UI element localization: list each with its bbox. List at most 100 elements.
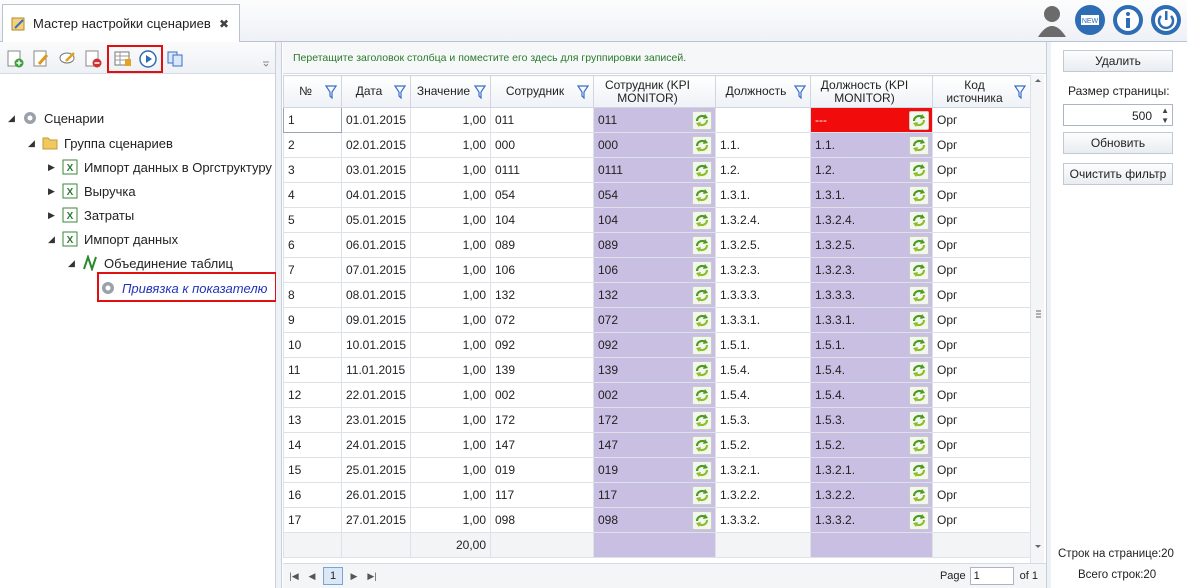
cell-position[interactable]: 1.3.2.1. — [715, 457, 811, 483]
refresh-mapping-icon[interactable] — [692, 261, 712, 280]
cell-employee[interactable]: 106 — [490, 257, 594, 283]
cell-employee[interactable]: 019 — [490, 457, 594, 483]
spin-up-icon[interactable]: ▲ — [1161, 106, 1169, 115]
cell-number[interactable]: 2 — [283, 132, 342, 158]
cell-employee[interactable]: 002 — [490, 382, 594, 408]
tree-node-revenue[interactable]: ▶ X Выручка — [48, 181, 136, 201]
refresh-mapping-icon[interactable] — [909, 111, 929, 130]
cell-position[interactable] — [715, 107, 811, 133]
cell-value[interactable]: 1,00 — [410, 457, 491, 483]
refresh-mapping-icon[interactable] — [909, 286, 929, 305]
refresh-mapping-icon[interactable] — [909, 186, 929, 205]
cell-source-code[interactable]: Орг — [932, 357, 1031, 383]
cell-date[interactable]: 10.01.2015 — [341, 332, 411, 358]
cell-employee-kpi[interactable]: 072 — [593, 307, 716, 333]
cell-position[interactable]: 1.5.4. — [715, 357, 811, 383]
cell-number[interactable]: 13 — [283, 407, 342, 433]
col-header-employee[interactable]: Сотрудник — [490, 75, 594, 108]
cell-value[interactable]: 1,00 — [410, 482, 491, 508]
cell-position[interactable]: 1.3.2.2. — [715, 482, 811, 508]
cell-date[interactable]: 22.01.2015 — [341, 382, 411, 408]
copy-icon[interactable] — [166, 50, 184, 68]
cell-position[interactable]: 1.3.2.5. — [715, 232, 811, 258]
cell-employee-kpi[interactable]: 019 — [593, 457, 716, 483]
refresh-mapping-icon[interactable] — [909, 461, 929, 480]
refresh-mapping-icon[interactable] — [692, 386, 712, 405]
page-size-spinner[interactable]: 500 ▲ ▼ — [1063, 104, 1173, 126]
cell-position-kpi[interactable]: 1.1. — [810, 132, 933, 158]
cell-employee-kpi[interactable]: 000 — [593, 132, 716, 158]
cell-number[interactable]: 8 — [283, 282, 342, 308]
table-row[interactable]: 5 05.01.2015 1,00 104 104 1.3.2.4. 1.3.2.4. Орг — [283, 207, 1031, 233]
info-icon[interactable] — [1111, 3, 1145, 37]
table-row[interactable]: 10 10.01.2015 1,00 092 092 1.5.1. 1.5.1. Орг — [283, 332, 1031, 358]
cell-date[interactable]: 02.01.2015 — [341, 132, 411, 158]
cell-position-kpi[interactable]: 1.3.3.3. — [810, 282, 933, 308]
filter-icon[interactable] — [324, 85, 338, 100]
cell-employee-kpi[interactable]: 002 — [593, 382, 716, 408]
col-header-number[interactable]: № — [283, 75, 342, 108]
refresh-mapping-icon[interactable] — [692, 186, 712, 205]
cell-position-kpi[interactable]: 1.3.2.2. — [810, 482, 933, 508]
collapse-icon[interactable]: ◢ — [68, 259, 76, 268]
table-row[interactable]: 1 01.01.2015 1,00 011 011 --- Орг — [283, 107, 1031, 133]
cell-position[interactable]: 1.5.2. — [715, 432, 811, 458]
cell-position[interactable]: 1.3.1. — [715, 182, 811, 208]
add-icon[interactable] — [6, 50, 24, 68]
cell-source-code[interactable]: Орг — [932, 282, 1031, 308]
table-row[interactable]: 2 02.01.2015 1,00 000 000 1.1. 1.1. Орг — [283, 132, 1031, 158]
cell-position[interactable]: 1.3.3.2. — [715, 507, 811, 533]
table-row[interactable]: 16 26.01.2015 1,00 117 117 1.3.2.2. 1.3.2.2. Ор… — [283, 482, 1031, 508]
cell-employee[interactable]: 000 — [490, 132, 594, 158]
col-header-source-code[interactable]: Код источника — [932, 75, 1031, 108]
tree-node-scenario-group[interactable]: ◢ Группа сценариев — [28, 133, 173, 153]
cell-value[interactable]: 1,00 — [410, 332, 491, 358]
refresh-mapping-icon[interactable] — [909, 211, 929, 230]
cell-employee-kpi[interactable]: 092 — [593, 332, 716, 358]
cell-source-code[interactable]: Орг — [932, 182, 1031, 208]
delete-button[interactable]: Удалить — [1063, 50, 1173, 72]
col-header-position[interactable]: Должность — [715, 75, 811, 108]
cell-value[interactable]: 1,00 — [410, 157, 491, 183]
cell-source-code[interactable]: Орг — [932, 157, 1031, 183]
cell-employee[interactable]: 011 — [490, 107, 594, 133]
cell-source-code[interactable]: Орг — [932, 132, 1031, 158]
cell-employee[interactable]: 092 — [490, 332, 594, 358]
collapse-icon[interactable]: ◢ — [8, 114, 16, 123]
cell-value[interactable]: 1,00 — [410, 507, 491, 533]
cell-employee[interactable]: 0111 — [490, 157, 594, 183]
grid-vertical-scrollbar[interactable] — [1030, 75, 1044, 565]
refresh-mapping-icon[interactable] — [692, 411, 712, 430]
cell-employee[interactable]: 072 — [490, 307, 594, 333]
left-splitter[interactable] — [276, 42, 282, 588]
cell-source-code[interactable]: Орг — [932, 457, 1031, 483]
refresh-mapping-icon[interactable] — [692, 111, 712, 130]
refresh-mapping-icon[interactable] — [909, 511, 929, 530]
refresh-mapping-icon[interactable] — [909, 361, 929, 380]
col-header-date[interactable]: Дата — [341, 75, 411, 108]
cell-employee-kpi[interactable]: 139 — [593, 357, 716, 383]
refresh-mapping-icon[interactable] — [692, 286, 712, 305]
col-header-position-kpi[interactable]: Должность (KPI MONITOR) — [810, 75, 933, 108]
cell-number[interactable]: 7 — [283, 257, 342, 283]
cell-source-code[interactable]: Орг — [932, 307, 1031, 333]
table-row[interactable]: 14 24.01.2015 1,00 147 147 1.5.2. 1.5.2. Орг — [283, 432, 1031, 458]
cell-position[interactable]: 1.3.2.4. — [715, 207, 811, 233]
cell-number[interactable]: 5 — [283, 207, 342, 233]
cell-date[interactable]: 24.01.2015 — [341, 432, 411, 458]
cell-position-kpi[interactable]: 1.3.2.1. — [810, 457, 933, 483]
delete-icon[interactable] — [84, 50, 102, 68]
cell-value[interactable]: 1,00 — [410, 107, 491, 133]
cell-source-code[interactable]: Орг — [932, 107, 1031, 133]
cell-position-kpi[interactable]: 1.3.2.5. — [810, 232, 933, 258]
table-row[interactable]: 8 08.01.2015 1,00 132 132 1.3.3.3. 1.3.3.3. Орг — [283, 282, 1031, 308]
cell-number[interactable]: 16 — [283, 482, 342, 508]
prev-page-icon[interactable]: ◀ — [305, 569, 319, 583]
cell-employee[interactable]: 172 — [490, 407, 594, 433]
next-page-icon[interactable]: ▶ — [347, 569, 361, 583]
cell-source-code[interactable]: Орг — [932, 257, 1031, 283]
cell-position-kpi[interactable]: 1.3.3.2. — [810, 507, 933, 533]
cell-value[interactable]: 1,00 — [410, 132, 491, 158]
cell-employee-kpi[interactable]: 117 — [593, 482, 716, 508]
refresh-mapping-icon[interactable] — [909, 311, 929, 330]
